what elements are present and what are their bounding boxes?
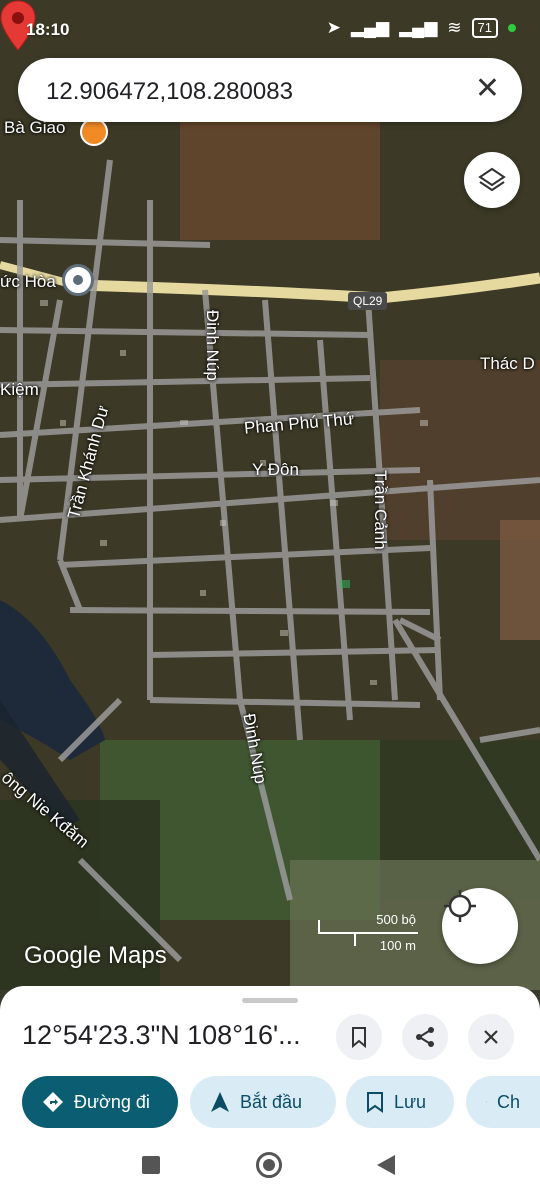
highway-shield: QL29 [348,292,388,310]
restaurant-poi-icon[interactable] [80,118,108,146]
map-scale: 500 bộ 100 m [318,912,422,956]
drag-handle[interactable] [242,998,298,1003]
scale-feet: 500 bộ [376,912,416,927]
status-time: 18:10 [26,20,70,39]
save-button[interactable]: Lưu [346,1076,454,1128]
crosshair-icon [444,890,476,922]
map-label-place: Thác D [480,354,535,373]
share-label: Ch [496,1091,520,1112]
share-icon-button[interactable] [402,1014,448,1060]
map-label-place: ức Hòa [0,272,56,291]
signal-icon: ▂▄▆ [350,18,390,37]
save-icon-button[interactable] [336,1014,382,1060]
place-title: 12°54'23.3"N 108°16'... [22,1020,301,1050]
google-maps-logo: Google Maps [24,942,167,969]
directions-icon [43,1092,63,1112]
recents-button[interactable] [142,1156,160,1174]
start-button[interactable]: Bắt đầu [190,1076,336,1128]
close-sheet-button[interactable] [468,1014,514,1060]
road-label: Y Đôn [252,460,299,479]
close-icon [484,1030,498,1044]
directions-button[interactable]: Đường đi [22,1076,178,1128]
share-chip-button[interactable]: Ch [466,1076,540,1128]
battery-icon: 71 [471,18,498,38]
search-query[interactable]: 12.906472,108.280083 [46,78,293,106]
signal-icon: ▂▄▆ [399,18,438,37]
search-bar[interactable]: 12.906472,108.280083 ✕ [18,58,522,122]
map-label-place: Kiệm [0,380,39,399]
road-label: Đinh Núp [203,310,222,381]
layers-icon [478,167,506,192]
layers-button[interactable] [464,152,520,208]
bookmark-icon [367,1092,383,1113]
back-button[interactable] [377,1155,395,1175]
share-icon [486,1101,487,1103]
navigation-arrow-icon [211,1092,229,1112]
location-status-icon: ➤ [326,18,341,37]
place-marker-icon[interactable] [62,264,94,296]
status-icons: ➤ ▂▄▆ ▂▄▆ ≋ 71 [327,18,516,38]
scale-meters: 100 m [379,938,416,953]
home-button[interactable] [256,1152,282,1178]
close-icon[interactable]: ✕ [475,74,500,104]
privacy-dot-icon [508,24,516,32]
my-location-button[interactable] [442,888,518,964]
directions-label: Đường đi [74,1091,150,1112]
save-label: Lưu [394,1091,427,1112]
share-icon [416,1027,434,1047]
status-bar: 18:10 ➤ ▂▄▆ ▂▄▆ ≋ 71 [0,0,540,56]
start-label: Bắt đầu [240,1091,303,1112]
road-label: Trần Cảnh [371,470,390,550]
wifi-icon: ≋ [447,18,462,37]
satellite-map[interactable]: Bà Giao ức Hòa Kiệm Thác D QL29 Đinh Núp… [0,0,540,990]
system-nav-bar [0,1150,540,1200]
bookmark-icon [352,1027,366,1048]
